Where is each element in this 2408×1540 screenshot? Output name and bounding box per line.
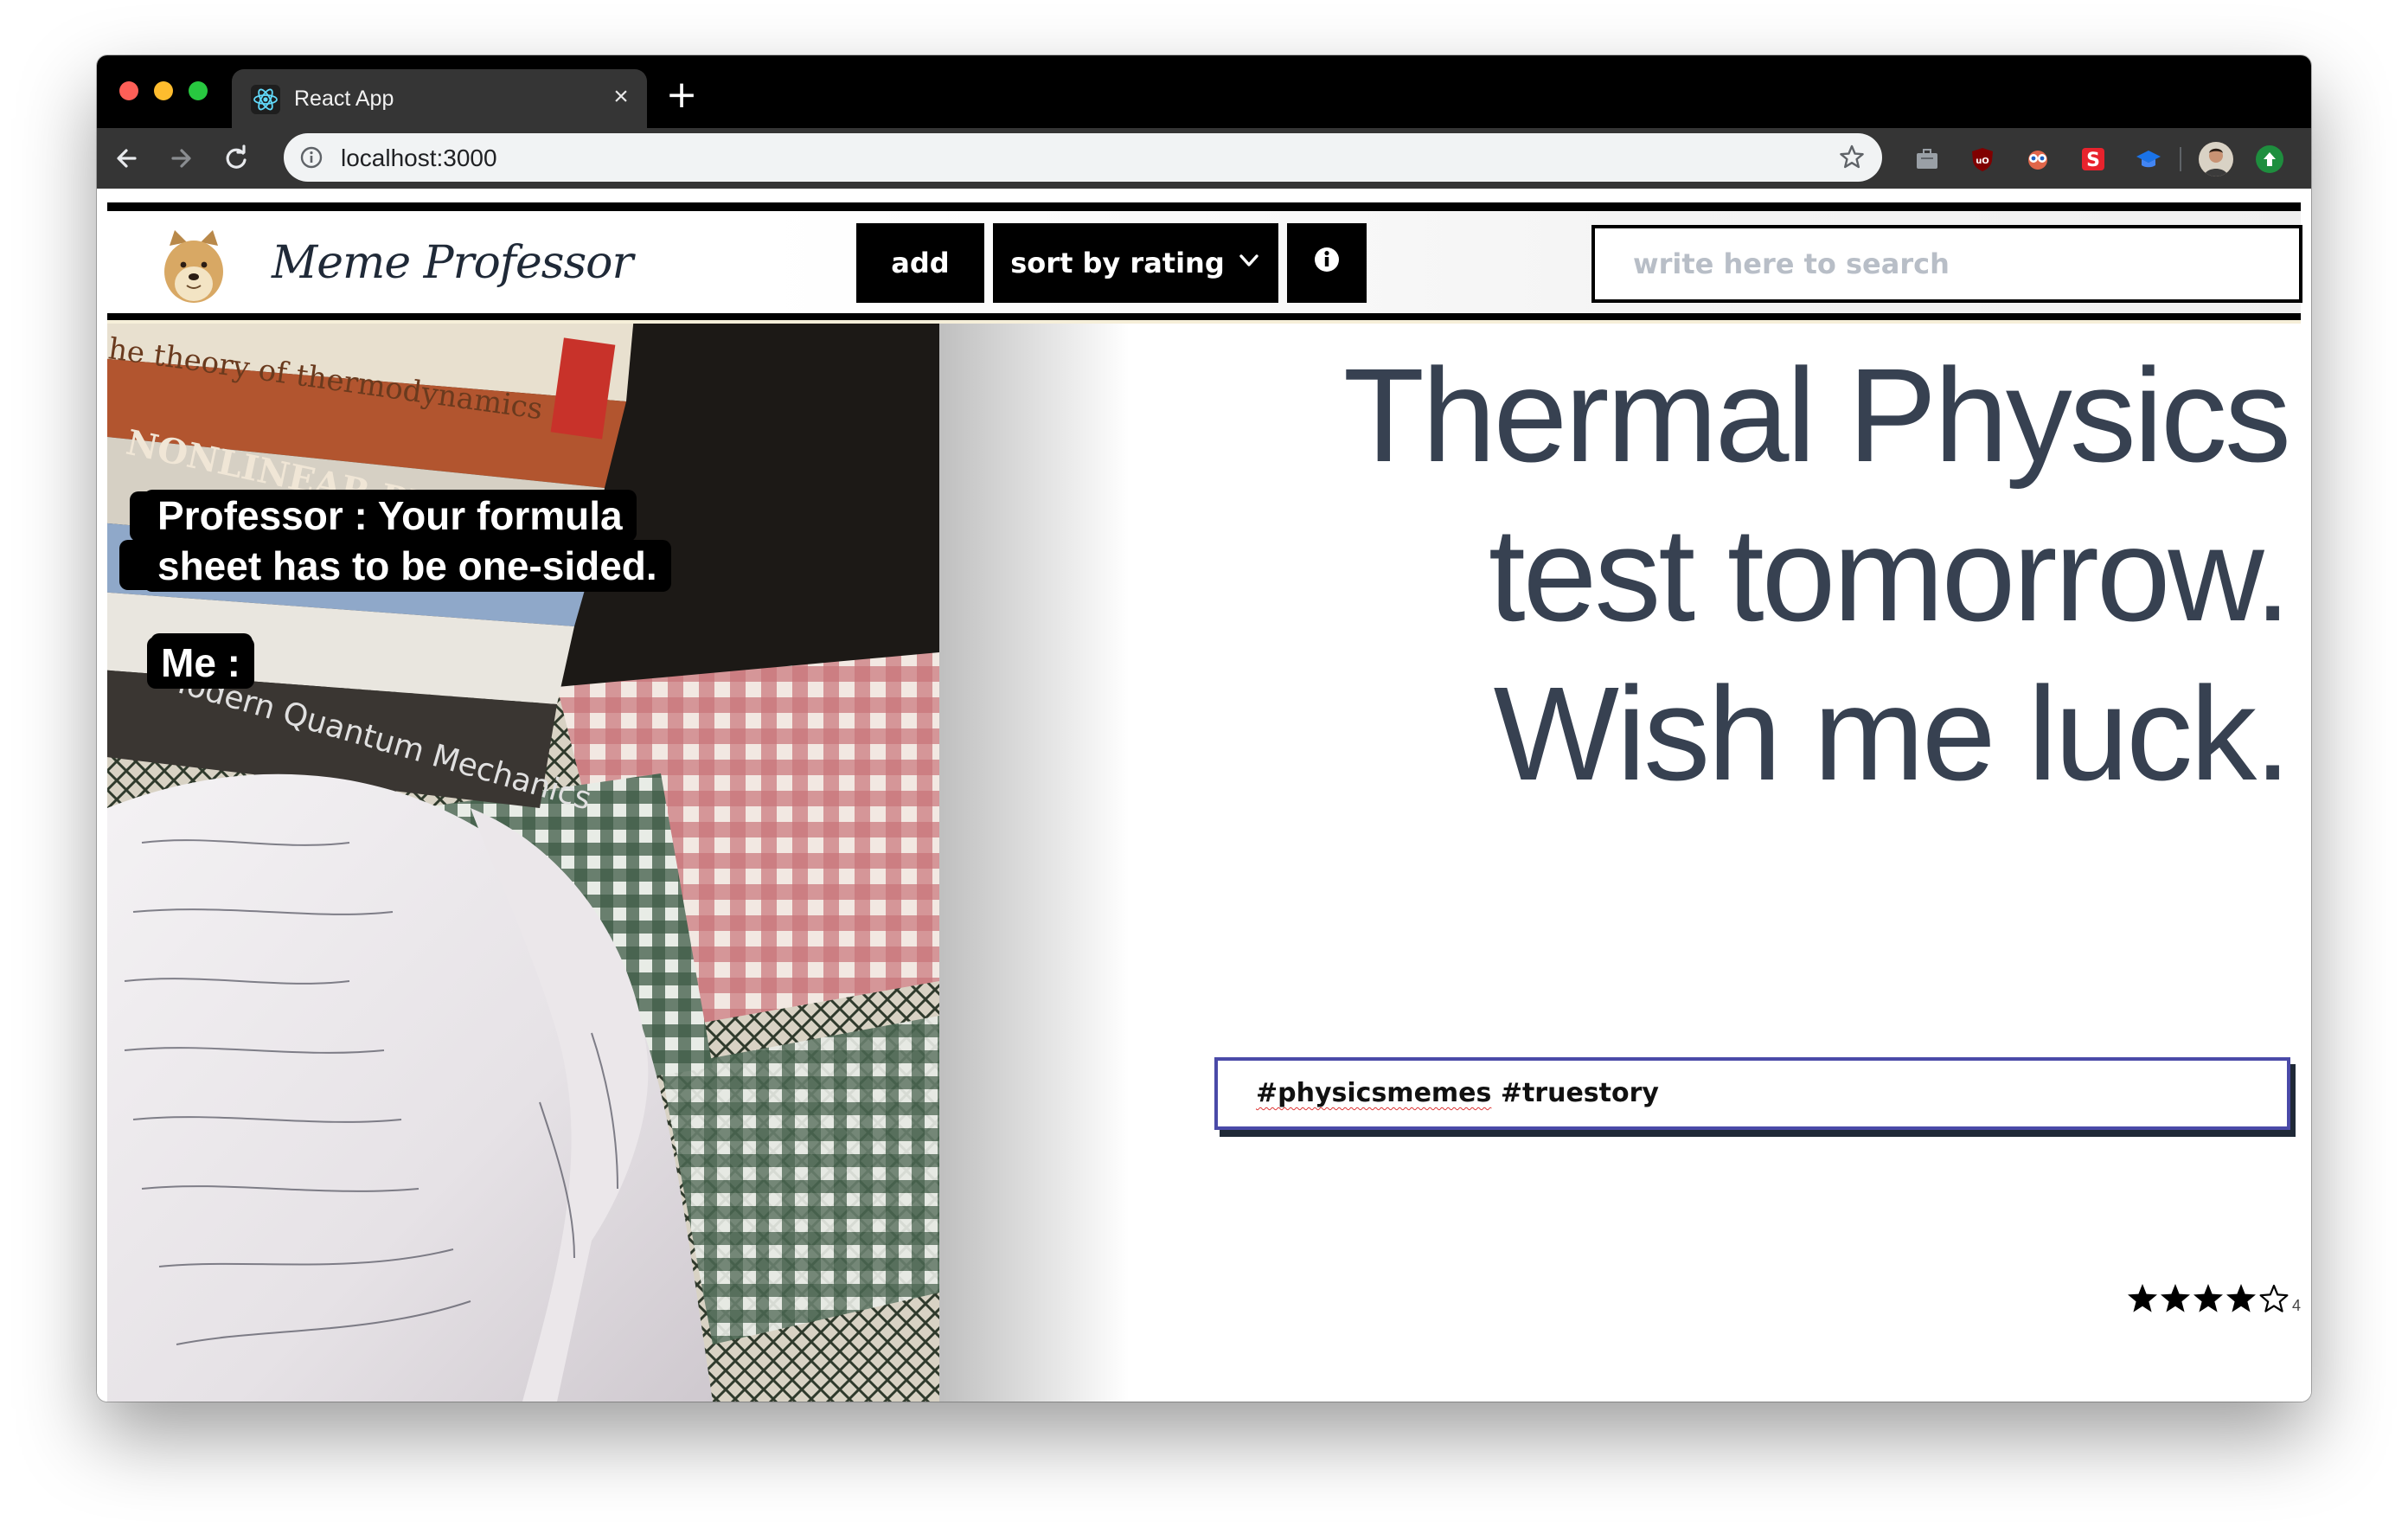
meme-title: Thermal Physics test tomorrow. Wish me l…	[1164, 336, 2291, 813]
bookmark-star-icon[interactable]	[1837, 143, 1867, 172]
brand-title[interactable]: Meme Professor	[272, 237, 633, 289]
toolbar-separator	[2180, 147, 2181, 171]
back-icon[interactable]	[109, 140, 145, 176]
ublock-icon[interactable]: uO	[1969, 145, 1996, 173]
header-top-rule	[107, 202, 2301, 211]
star-empty-icon[interactable]	[2258, 1282, 2290, 1315]
star-rating[interactable]: 4	[2126, 1277, 2301, 1315]
caption-line-1: Professor : Your formula	[144, 490, 637, 542]
svg-text:S: S	[2086, 150, 2100, 171]
image-shadow	[939, 324, 1130, 1402]
minimize-window-button[interactable]	[154, 81, 173, 100]
site-info-icon[interactable]	[299, 145, 323, 170]
title-line: test tomorrow.	[1488, 500, 2291, 649]
address-bar[interactable]: localhost:3000	[284, 133, 1882, 182]
meme-image[interactable]: he theory of thermodynamics NONLINEAR PH…	[107, 324, 939, 1402]
owl-icon[interactable]	[2024, 145, 2052, 173]
title-line: Wish me luck.	[1493, 659, 2291, 808]
url-text: localhost:3000	[341, 144, 497, 171]
tags-box[interactable]: #physicsmemes #truestory	[1214, 1057, 2290, 1130]
star-filled-icon[interactable]	[2159, 1282, 2192, 1315]
web-page: Meme Professor add sort by rating write …	[97, 189, 2311, 1402]
header-bottom-rule	[107, 313, 2301, 320]
caption-me: Me :	[147, 637, 254, 689]
s-extension-icon[interactable]: S	[2079, 145, 2107, 173]
tab-close-icon[interactable]: ×	[607, 83, 635, 111]
star-filled-icon[interactable]	[2126, 1282, 2159, 1315]
app-header: Meme Professor add sort by rating	[107, 211, 2302, 313]
close-window-button[interactable]	[119, 81, 138, 100]
browser-window: React App × + localhost:3000 uO S Meme P…	[97, 55, 2311, 1402]
title-line: Thermal Physics	[1342, 341, 2291, 490]
graduation-cap-icon[interactable]	[2135, 145, 2162, 173]
new-tab-button[interactable]: +	[664, 76, 699, 114]
info-button[interactable]	[1287, 223, 1367, 303]
zoom-window-button[interactable]	[189, 81, 208, 100]
tag-truestory: #truestory	[1491, 1078, 1659, 1108]
tab-title: React App	[294, 87, 394, 111]
info-icon	[1313, 246, 1341, 280]
tag-physicsmemes: #physicsmemes	[1256, 1078, 1492, 1108]
meme-photo: he theory of thermodynamics NONLINEAR PH…	[107, 324, 939, 1402]
sort-label: sort by rating	[1010, 247, 1225, 279]
add-button[interactable]: add	[856, 223, 984, 303]
react-icon	[251, 85, 280, 114]
search-input[interactable]	[1591, 225, 2302, 303]
caption-line-2: sheet has to be one-sided.	[144, 540, 671, 592]
star-filled-icon[interactable]	[2192, 1282, 2225, 1315]
svg-text:uO: uO	[1976, 157, 1989, 166]
forward-icon[interactable]	[163, 140, 199, 176]
tab-bar: React App × +	[97, 55, 2311, 128]
chevron-down-icon	[1237, 247, 1261, 279]
sort-by-rating-dropdown[interactable]: sort by rating	[993, 223, 1278, 303]
reload-icon[interactable]	[218, 140, 254, 176]
update-arrow-icon[interactable]	[2256, 145, 2283, 173]
browser-tab[interactable]: React App ×	[232, 69, 647, 128]
briefcase-icon[interactable]	[1913, 145, 1941, 173]
star-filled-icon[interactable]	[2225, 1282, 2258, 1315]
doge-logo-icon[interactable]	[157, 227, 230, 306]
rating-value: 4	[2292, 1297, 2302, 1314]
profile-avatar-icon[interactable]	[2199, 142, 2233, 176]
browser-toolbar: localhost:3000 uO S	[97, 128, 2311, 189]
